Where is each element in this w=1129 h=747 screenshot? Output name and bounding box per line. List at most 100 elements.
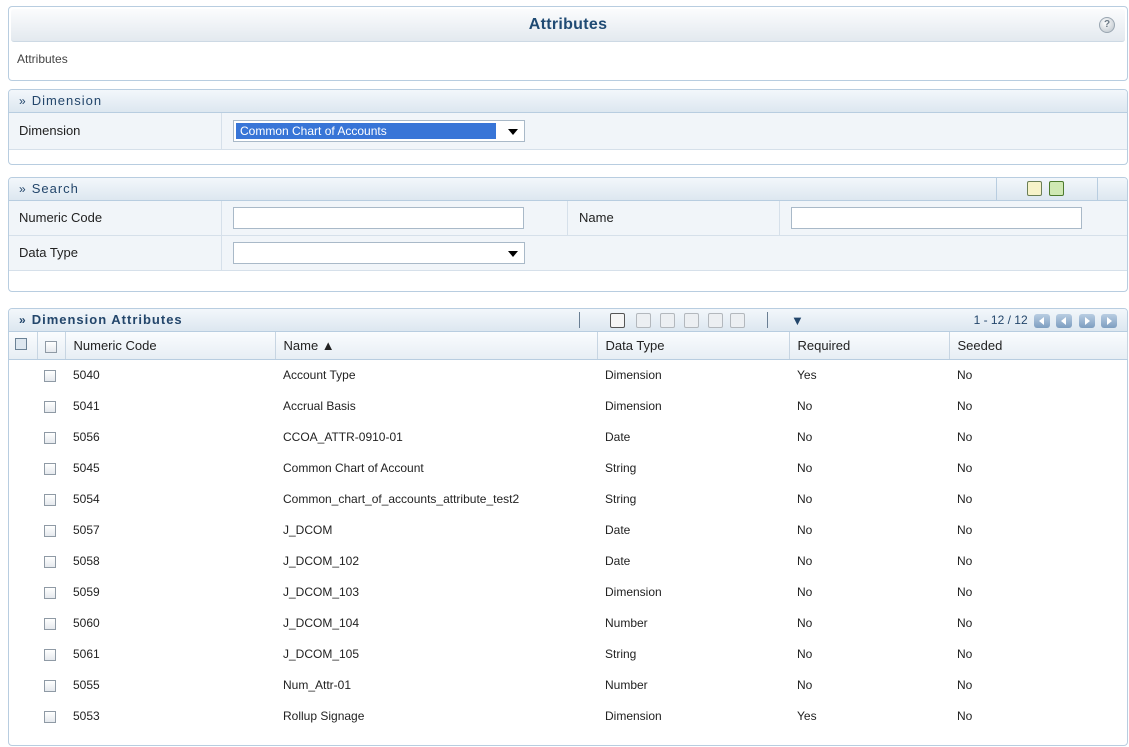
cell-data-type: Number bbox=[597, 607, 789, 639]
table-row[interactable]: 5040 Account Type Dimension Yes No bbox=[9, 359, 1127, 391]
attributes-section-header[interactable]: » Dimension Attributes ▼ 1 - 12 / 12 bbox=[9, 309, 1127, 332]
next-page-icon[interactable] bbox=[1078, 313, 1095, 328]
expand-chevron-icon: » bbox=[19, 94, 26, 108]
table-row[interactable]: 5055 Num_Attr-01 Number No No bbox=[9, 669, 1127, 701]
row-checkbox[interactable] bbox=[37, 514, 65, 546]
numeric-code-label: Numeric Code bbox=[19, 210, 103, 225]
dimension-row: Dimension Common Chart of Accounts bbox=[9, 113, 1127, 150]
cell-data-type: String bbox=[597, 638, 789, 670]
column-header-numeric-code[interactable]: Numeric Code bbox=[65, 332, 276, 360]
cell-data-type: String bbox=[597, 483, 789, 515]
row-spacer bbox=[9, 638, 37, 670]
row-spacer bbox=[9, 483, 37, 515]
cell-name: Common_chart_of_accounts_attribute_test2 bbox=[275, 483, 597, 515]
cell-name: J_DCOM_103 bbox=[275, 576, 597, 608]
first-page-icon[interactable] bbox=[1033, 313, 1050, 328]
search-section-title: Search bbox=[31, 181, 79, 196]
cell-seeded: No bbox=[949, 576, 1127, 608]
row-checkbox[interactable] bbox=[37, 669, 65, 701]
table-row[interactable]: 5058 J_DCOM_102 Date No No bbox=[9, 545, 1127, 577]
row-checkbox[interactable] bbox=[37, 483, 65, 515]
row-checkbox[interactable] bbox=[37, 576, 65, 608]
cell-data-type: Dimension bbox=[597, 390, 789, 422]
row-spacer bbox=[9, 421, 37, 453]
column-header-required[interactable]: Required bbox=[789, 332, 950, 360]
cell-data-type: Date bbox=[597, 421, 789, 453]
row-checkbox[interactable] bbox=[37, 638, 65, 670]
cell-data-type: Dimension bbox=[597, 700, 789, 732]
cell-name: J_DCOM_105 bbox=[275, 638, 597, 670]
cell-data-type: Number bbox=[597, 669, 789, 701]
table-row[interactable]: 5053 Rollup Signage Dimension Yes No bbox=[9, 700, 1127, 732]
cell-numeric-code: 5056 bbox=[65, 421, 275, 453]
row-checkbox[interactable] bbox=[37, 359, 65, 391]
table-row[interactable]: 5056 CCOA_ATTR-0910-01 Date No No bbox=[9, 421, 1127, 453]
reset-icon[interactable] bbox=[1049, 181, 1064, 196]
cell-name: CCOA_ATTR-0910-01 bbox=[275, 421, 597, 453]
chevron-down-icon bbox=[508, 251, 518, 257]
table-row[interactable]: 5045 Common Chart of Account String No No bbox=[9, 452, 1127, 484]
row-spacer bbox=[9, 669, 37, 701]
cell-required: No bbox=[789, 452, 949, 484]
data-type-select[interactable] bbox=[233, 242, 525, 264]
page-title: Attributes bbox=[528, 16, 608, 33]
row-spacer bbox=[9, 545, 37, 577]
hierarchy-icon[interactable] bbox=[9, 332, 38, 360]
row-checkbox[interactable] bbox=[37, 700, 65, 732]
previous-page-icon[interactable] bbox=[1056, 313, 1073, 328]
row-checkbox[interactable] bbox=[37, 607, 65, 639]
attributes-section-title: Dimension Attributes bbox=[31, 312, 183, 327]
column-header-name[interactable]: Name ▲ bbox=[275, 332, 598, 360]
view-icon[interactable] bbox=[636, 313, 651, 328]
cell-numeric-code: 5060 bbox=[65, 607, 275, 639]
cell-numeric-code: 5041 bbox=[65, 390, 275, 422]
search-row-1: Numeric Code Name bbox=[9, 201, 1127, 236]
cell-name: J_DCOM_102 bbox=[275, 545, 597, 577]
last-page-icon[interactable] bbox=[1101, 313, 1117, 328]
row-spacer bbox=[9, 390, 37, 422]
table-row[interactable]: 5054 Common_chart_of_accounts_attribute_t… bbox=[9, 483, 1127, 515]
cell-name: J_DCOM_104 bbox=[275, 607, 597, 639]
add-icon[interactable] bbox=[610, 313, 625, 328]
attributes-table: Numeric Code Name ▲ Data Type Required S… bbox=[9, 332, 1128, 732]
numeric-code-input[interactable] bbox=[233, 207, 524, 229]
expand-chevron-icon: » bbox=[19, 313, 26, 327]
row-checkbox[interactable] bbox=[37, 545, 65, 577]
row-spacer bbox=[9, 514, 37, 546]
dependency-icon[interactable] bbox=[708, 313, 723, 328]
table-row[interactable]: 5061 J_DCOM_105 String No No bbox=[9, 638, 1127, 670]
dimension-select[interactable]: Common Chart of Accounts bbox=[233, 120, 525, 142]
dimension-panel: » Dimension Dimension Common Chart of Acc… bbox=[8, 89, 1128, 165]
cell-name: J_DCOM bbox=[275, 514, 597, 546]
cell-numeric-code: 5057 bbox=[65, 514, 275, 546]
cell-data-type: String bbox=[597, 452, 789, 484]
table-row[interactable]: 5041 Accrual Basis Dimension No No bbox=[9, 390, 1127, 422]
collapse-all-icon[interactable]: ▼ bbox=[791, 313, 804, 328]
edit-icon[interactable] bbox=[660, 313, 675, 328]
select-all-checkbox[interactable] bbox=[37, 332, 66, 360]
chevron-down-icon bbox=[508, 129, 518, 135]
column-header-data-type[interactable]: Data Type bbox=[597, 332, 790, 360]
row-checkbox[interactable] bbox=[37, 390, 65, 422]
search-section-header[interactable]: » Search bbox=[9, 178, 1127, 201]
question-icon[interactable]: ? bbox=[1099, 17, 1115, 33]
expand-chevron-icon: » bbox=[19, 182, 26, 196]
table-row[interactable]: 5057 J_DCOM Date No No bbox=[9, 514, 1127, 546]
cell-numeric-code: 5040 bbox=[65, 359, 275, 391]
table-row[interactable]: 5060 J_DCOM_104 Number No No bbox=[9, 607, 1127, 639]
data-type-label: Data Type bbox=[19, 245, 79, 260]
row-spacer bbox=[9, 700, 37, 732]
dimension-section-title: Dimension bbox=[31, 93, 103, 108]
cell-required: No bbox=[789, 390, 949, 422]
column-header-seeded[interactable]: Seeded bbox=[949, 332, 1128, 360]
dimension-section-header[interactable]: » Dimension bbox=[9, 90, 1127, 113]
name-input[interactable] bbox=[791, 207, 1082, 229]
cell-seeded: No bbox=[949, 452, 1127, 484]
row-checkbox[interactable] bbox=[37, 421, 65, 453]
row-checkbox[interactable] bbox=[37, 452, 65, 484]
delete-icon[interactable] bbox=[730, 313, 745, 328]
cell-required: No bbox=[789, 607, 949, 639]
search-icon[interactable] bbox=[1027, 181, 1042, 196]
copy-icon[interactable] bbox=[684, 313, 699, 328]
table-row[interactable]: 5059 J_DCOM_103 Dimension No No bbox=[9, 576, 1127, 608]
